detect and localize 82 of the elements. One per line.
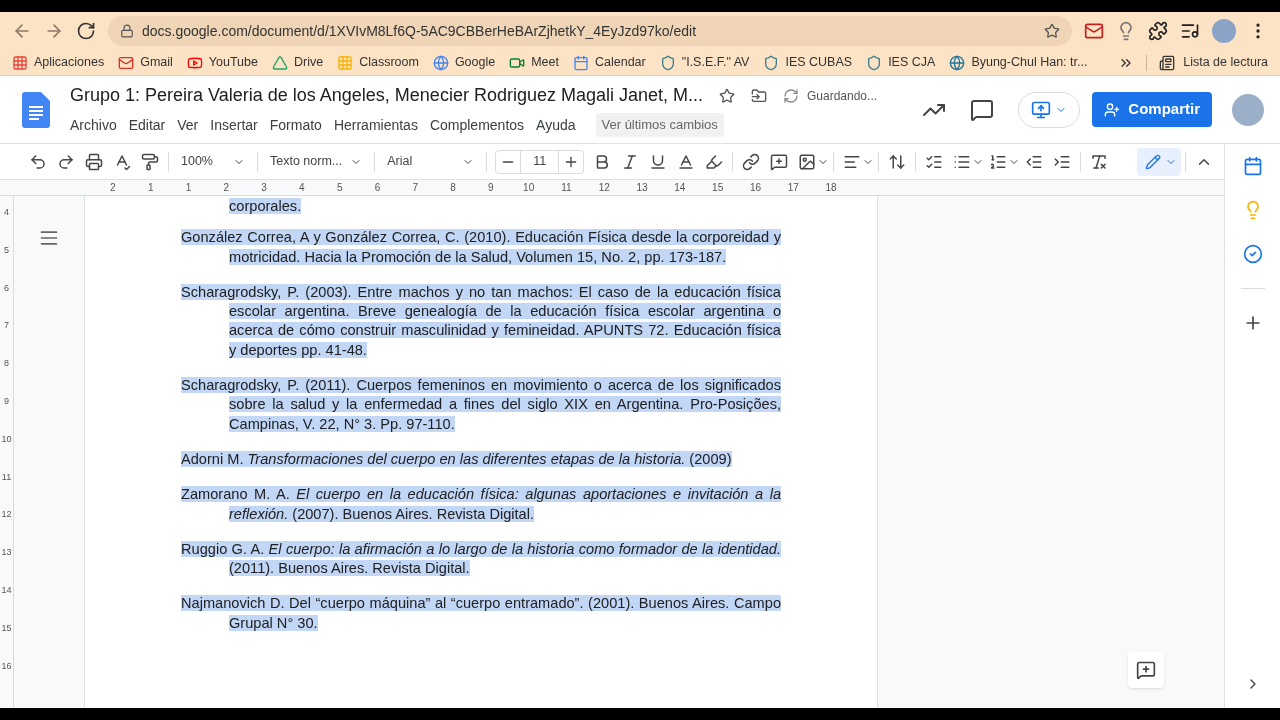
reference-entry: Scharagrodsky, P. (2011). Cuerpos femeninos en movimiento o acerca de los significados sobre la salud y la enfermedad a fines del siglo XIX en Argentina. Pro-Posições, Campinas, V. 22, N° 3. Pp. 97-110. (181, 376, 781, 434)
font-select[interactable]: Arial (379, 152, 483, 171)
numbered-list-icon[interactable] (989, 152, 1008, 171)
mail-icon (118, 54, 135, 71)
reference-entry: Scharagrodsky, P. (2003). Entre machos y no tan machos: El caso de la educación física escolar argentina. Breve genealogía de la educación física escolar argentina o acerca de cómo construir masculinidad y femineidad. APUNTS 72. Educación física y deportes pp. 41-48. (181, 282, 781, 360)
sync-icon (783, 87, 799, 104)
add-comment-icon[interactable] (770, 152, 789, 171)
comment-icon[interactable] (970, 97, 995, 122)
document-icon[interactable] (22, 91, 50, 128)
style-select[interactable]: Texto norm... (262, 152, 371, 171)
menu-item[interactable]: Insertar (210, 114, 258, 136)
redo-icon[interactable] (57, 152, 75, 171)
bookmark[interactable]: "I.S.E.F." AV (659, 53, 750, 72)
reading-list-icon (1159, 54, 1176, 71)
apps-grid-icon (12, 54, 28, 71)
outline-icon[interactable] (39, 228, 59, 248)
clear-format-icon[interactable] (1090, 152, 1109, 171)
reference-entry: Zamorano M. A. El cuerpo en la educación física: algunas aportaciones e invitación a la reflexión. (2007). Buenos Aires. Revista Digital. (181, 485, 781, 524)
horizontal-ruler: 2 1 1 2 3 4 5 6 7 8 9 10 11 12 13 14 15 16 17 18 (0, 180, 1224, 196)
add-comment-icon (1136, 660, 1156, 680)
reference-entry: González Correa, A y González Correa, C. (2010). Educación Física desde la corporeidad y motricidad. Hacia la Promoción de la Salud, Volumen 15, No. 2, pp. 173-187. (181, 228, 781, 267)
star-icon[interactable] (1044, 23, 1060, 39)
address-bar[interactable]: docs.google.com/document/d/1XVIvM8Lf6Q-5AC9CBBerHeBArZjhetkY_4EyJzd97ko/edit (108, 16, 1072, 46)
highlighter-icon[interactable] (705, 152, 724, 171)
menu-item[interactable]: Archivo (70, 114, 117, 136)
text-color-icon[interactable] (677, 152, 696, 171)
url-text: docs.google.com/document/d/1XVIvM8Lf6Q-5AC9CBBerHeBArZjhetkY_4EyJzd97ko/edit (142, 21, 698, 41)
save-status: Guardando... (807, 87, 878, 105)
person-add-icon (1104, 101, 1121, 118)
globe-icon (949, 54, 966, 71)
shield-icon (866, 54, 883, 71)
reference-entry: Adorni M. Transformaciones del cuerpo en las diferentes etapas de la historia. (2009) (181, 449, 733, 469)
bookmark[interactable]: Aplicaciones (12, 53, 105, 72)
undo-icon[interactable] (29, 152, 47, 171)
print-icon[interactable] (85, 152, 103, 171)
bookmark[interactable]: Calendar (573, 53, 646, 72)
image-icon[interactable] (798, 152, 817, 171)
calendar-icon[interactable] (1242, 156, 1263, 176)
zoom-select[interactable]: 100% (173, 152, 253, 171)
calendar-icon (573, 54, 589, 71)
paragraph: corporales. (228, 197, 303, 216)
line-spacing-icon[interactable] (888, 152, 907, 171)
bookmark[interactable]: Drive (271, 53, 324, 72)
pencil-icon (1145, 153, 1162, 170)
document-title[interactable]: Grupo 1: Pereira Valeria de los Angeles, Menecier Rodriguez Magali Janet, M... (70, 82, 703, 110)
bookmark[interactable]: YouTube (186, 53, 258, 72)
star-icon[interactable] (719, 87, 735, 104)
link-icon[interactable] (742, 152, 761, 171)
paint-format-icon[interactable] (141, 152, 159, 171)
bookmark[interactable]: Byung-Chul Han: tr... (949, 53, 1088, 72)
reading-list[interactable]: Lista de lectura (1159, 53, 1268, 72)
menu-item[interactable]: Herramientas (333, 114, 418, 136)
mail-icon[interactable] (1084, 21, 1104, 41)
media-list-icon[interactable] (1180, 21, 1200, 41)
underline-icon[interactable] (649, 152, 668, 171)
menu-item[interactable]: Formato (269, 114, 322, 136)
bookmark[interactable]: Gmail (118, 53, 173, 72)
menu-item[interactable]: Complementos (429, 114, 525, 136)
tasks-icon[interactable] (1242, 244, 1263, 264)
vertical-ruler: 4 5 6 7 8 9 10 11 12 13 14 15 16 (0, 196, 14, 708)
bookmark[interactable]: Google (432, 53, 496, 72)
extensions-icon[interactable] (1148, 21, 1168, 41)
reload-icon[interactable] (76, 21, 96, 41)
reference-entry: Najmanovich D. Del “cuerpo máquina” al “cuerpo entramado”. (2001). Buenos Aires. Campo Grupal N° 30. (181, 594, 781, 633)
lock-icon (120, 24, 134, 38)
bookmark[interactable]: IES CJA (866, 53, 936, 72)
add-comment-button[interactable] (1128, 652, 1164, 688)
shield-icon (763, 54, 780, 71)
move-folder-icon[interactable] (751, 87, 767, 104)
editing-mode-button[interactable] (1137, 147, 1182, 176)
triangle-icon (271, 54, 288, 71)
bookmark[interactable]: IES CUBAS (763, 53, 853, 72)
menu-item[interactable]: Ayuda (536, 114, 576, 136)
last-changes-button[interactable]: Ver últimos cambios (595, 113, 724, 137)
bookmark[interactable]: Classroom (337, 53, 419, 72)
bookmark[interactable]: Meet (509, 53, 559, 72)
shield-icon (659, 54, 676, 71)
present-icon (1031, 99, 1052, 120)
menu-item[interactable]: Editar (128, 114, 166, 136)
menu-item[interactable]: Ver (177, 114, 199, 136)
share-button[interactable]: Compartir (1092, 92, 1212, 127)
reference-entry: Ruggio G. A. El cuerpo: la afirmación a lo largo de la historia como formador de la identidad. (2011). Buenos Aires. Revista Digital. (181, 539, 781, 579)
